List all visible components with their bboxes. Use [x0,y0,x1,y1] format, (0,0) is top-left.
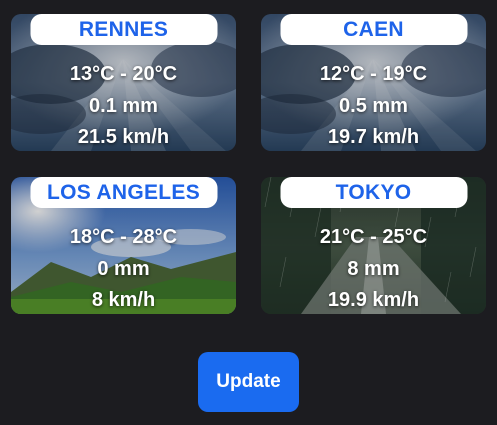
temp-min: 12°C [319,63,365,85]
weather-card-caen: CAEN 12°C - 19°C 0.5 mm 19.7 km/h [261,14,486,151]
city-name: LOS ANGELES [30,177,217,208]
rainfall: 0.1 mm [89,95,158,117]
temperature-range: 13°C - 20°C [11,63,236,86]
temperature-range: 21°C - 25°C [261,226,486,249]
temperature-range: 18°C - 28°C [11,226,236,249]
wind-speed: 19.7 km/h [327,126,420,148]
temp-max: 19°C [382,63,428,85]
temp-max: 28°C [132,226,178,248]
weather-card-tokyo: TOKYO 21°C - 25°C 8 mm 19.9 km/h [261,177,486,314]
temp-min: 18°C [69,226,115,248]
temp-max: 25°C [382,226,428,248]
city-name: CAEN [280,14,467,45]
wind-speed: 21.5 km/h [77,126,170,148]
rainfall: 0 mm [97,258,150,280]
weather-dashboard: RENNES 13°C - 20°C 0.1 mm 21.5 km/h CAEN… [0,0,497,425]
weather-card-los-angeles: LOS ANGELES 18°C - 28°C 0 mm 8 km/h [11,177,236,314]
rainfall: 8 mm [347,258,400,280]
temp-separator: - [370,63,377,85]
weather-card-rennes: RENNES 13°C - 20°C 0.1 mm 21.5 km/h [11,14,236,151]
temp-separator: - [370,226,377,248]
temp-separator: - [120,63,127,85]
temperature-range: 12°C - 19°C [261,63,486,86]
rainfall: 0.5 mm [339,95,408,117]
temp-min: 21°C [319,226,365,248]
temp-min: 13°C [69,63,115,85]
city-name: RENNES [30,14,217,45]
temp-max: 20°C [132,63,178,85]
temp-separator: - [120,226,127,248]
update-button[interactable]: Update [198,352,299,412]
city-name: TOKYO [280,177,467,208]
wind-speed: 8 km/h [91,289,156,311]
wind-speed: 19.9 km/h [327,289,420,311]
